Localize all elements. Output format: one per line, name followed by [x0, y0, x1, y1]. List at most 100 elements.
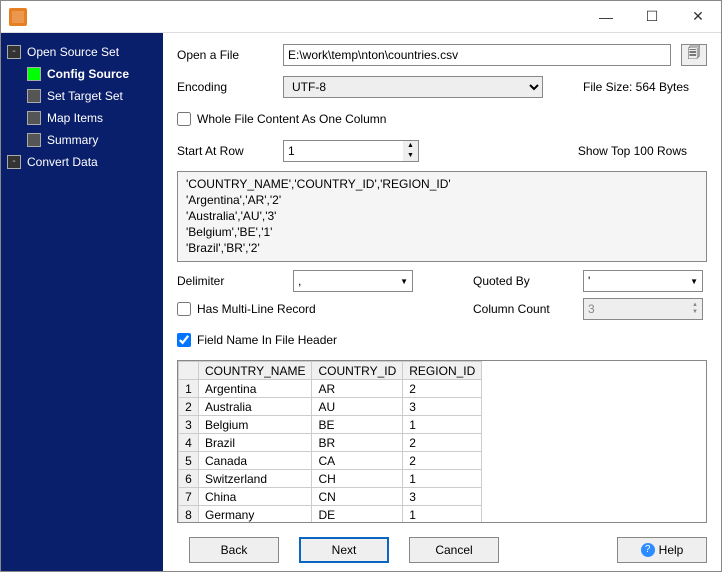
table-cell[interactable]: 2 [403, 380, 482, 398]
spinner-up-icon[interactable]: ▲ [692, 302, 698, 309]
table-row-header: 3 [179, 416, 199, 434]
table-row-header: 8 [179, 506, 199, 523]
table-cell[interactable]: 2 [403, 452, 482, 470]
spinner-up-icon[interactable]: ▲ [403, 141, 418, 151]
table-cell[interactable]: Brazil [199, 434, 312, 452]
file-preview-textarea[interactable]: 'COUNTRY_NAME','COUNTRY_ID','REGION_ID' … [177, 171, 707, 262]
tree-node-icon [27, 89, 41, 103]
sidebar-item-set-target-set[interactable]: Set Target Set [5, 85, 159, 107]
help-button[interactable]: ? Help [617, 537, 707, 563]
encoding-label: Encoding [177, 80, 273, 94]
sidebar-item-summary[interactable]: Summary [5, 129, 159, 151]
table-cell[interactable]: 3 [403, 488, 482, 506]
folder-icon: 🗐 [688, 44, 701, 66]
spinner-down-icon[interactable]: ▼ [403, 151, 418, 161]
table-row[interactable]: 5CanadaCA2 [179, 452, 482, 470]
table-cell[interactable]: Switzerland [199, 470, 312, 488]
browse-file-button[interactable]: 🗐 [681, 44, 707, 66]
tree-active-icon [27, 67, 41, 81]
tree-expand-icon [7, 155, 21, 169]
filepath-input[interactable] [283, 44, 671, 66]
table-row-header: 7 [179, 488, 199, 506]
multiline-checkbox[interactable] [177, 302, 191, 316]
column-count-label: Column Count [473, 302, 573, 316]
table-row[interactable]: 4BrazilBR2 [179, 434, 482, 452]
table-cell[interactable]: 3 [403, 398, 482, 416]
table-corner [179, 362, 199, 380]
tree-expand-icon [7, 45, 21, 59]
cancel-button[interactable]: Cancel [409, 537, 499, 563]
quotedby-label: Quoted By [473, 274, 573, 288]
table-cell[interactable]: CA [312, 452, 403, 470]
table-row[interactable]: 8GermanyDE1 [179, 506, 482, 523]
delimiter-select[interactable]: , ▼ [293, 270, 413, 292]
table-row-header: 1 [179, 380, 199, 398]
wizard-footer: Back Next Cancel ? Help [189, 531, 707, 563]
sidebar-item-label: Summary [47, 133, 98, 147]
table-row-header: 6 [179, 470, 199, 488]
table-row-header: 4 [179, 434, 199, 452]
sidebar-item-label: Config Source [47, 67, 129, 81]
table-header[interactable]: COUNTRY_ID [312, 362, 403, 380]
encoding-select[interactable]: UTF-8 [283, 76, 543, 98]
tree-node-icon [27, 133, 41, 147]
sidebar-item-label: Set Target Set [47, 89, 123, 103]
table-cell[interactable]: CN [312, 488, 403, 506]
table-header[interactable]: REGION_ID [403, 362, 482, 380]
open-file-label: Open a File [177, 48, 273, 62]
fieldname-header-label: Field Name In File Header [197, 333, 337, 347]
table-cell[interactable]: Canada [199, 452, 312, 470]
spinner-down-icon[interactable]: ▼ [692, 309, 698, 316]
main-panel: Open a File 🗐 Encoding UTF-8 File Size: … [163, 33, 721, 571]
table-row[interactable]: 1ArgentinaAR2 [179, 380, 482, 398]
next-button[interactable]: Next [299, 537, 389, 563]
table-cell[interactable]: 1 [403, 470, 482, 488]
chevron-down-icon: ▼ [400, 277, 408, 286]
table-row-header: 5 [179, 452, 199, 470]
sidebar-item-label: Open Source Set [27, 45, 119, 59]
table-row[interactable]: 2AustraliaAU3 [179, 398, 482, 416]
column-count-spinner[interactable]: 3 ▲ ▼ [583, 298, 703, 320]
table-cell[interactable]: 1 [403, 506, 482, 523]
table-row[interactable]: 6SwitzerlandCH1 [179, 470, 482, 488]
whole-file-label: Whole File Content As One Column [197, 112, 386, 126]
table-cell[interactable]: AR [312, 380, 403, 398]
table-cell[interactable]: China [199, 488, 312, 506]
sidebar-item-convert-data[interactable]: Convert Data [5, 151, 159, 173]
table-cell[interactable]: CH [312, 470, 403, 488]
show-top-rows-label: Show Top 100 Rows [578, 144, 687, 158]
sidebar-item-label: Map Items [47, 111, 103, 125]
sidebar-item-config-source[interactable]: Config Source [5, 63, 159, 85]
whole-file-checkbox[interactable] [177, 112, 191, 126]
table-cell[interactable]: 2 [403, 434, 482, 452]
delimiter-label: Delimiter [177, 274, 283, 288]
table-row[interactable]: 3BelgiumBE1 [179, 416, 482, 434]
help-icon: ? [641, 543, 655, 557]
table-header[interactable]: COUNTRY_NAME [199, 362, 312, 380]
close-button[interactable]: ✕ [675, 1, 721, 33]
start-row-input[interactable] [283, 140, 403, 162]
sidebar-item-open-source-set[interactable]: Open Source Set [5, 41, 159, 63]
table-cell[interactable]: 1 [403, 416, 482, 434]
fieldname-header-checkbox[interactable] [177, 333, 191, 347]
chevron-down-icon: ▼ [690, 277, 698, 286]
table-cell[interactable]: BR [312, 434, 403, 452]
table-row[interactable]: 7ChinaCN3 [179, 488, 482, 506]
quotedby-select[interactable]: ' ▼ [583, 270, 703, 292]
sidebar-item-map-items[interactable]: Map Items [5, 107, 159, 129]
table-cell[interactable]: DE [312, 506, 403, 523]
table-cell[interactable]: BE [312, 416, 403, 434]
maximize-button[interactable]: ☐ [629, 1, 675, 33]
table-cell[interactable]: AU [312, 398, 403, 416]
table-cell[interactable]: Argentina [199, 380, 312, 398]
table-cell[interactable]: Australia [199, 398, 312, 416]
file-size-label: File Size: 564 Bytes [583, 80, 689, 94]
back-button[interactable]: Back [189, 537, 279, 563]
wizard-sidebar: Open Source Set Config Source Set Target… [1, 33, 163, 571]
title-bar: — ☐ ✕ [1, 1, 721, 33]
table-cell[interactable]: Germany [199, 506, 312, 523]
start-row-spinner[interactable]: ▲▼ [283, 140, 419, 162]
data-preview-table[interactable]: COUNTRY_NAME COUNTRY_ID REGION_ID 1Argen… [177, 360, 707, 523]
table-cell[interactable]: Belgium [199, 416, 312, 434]
minimize-button[interactable]: — [583, 1, 629, 33]
